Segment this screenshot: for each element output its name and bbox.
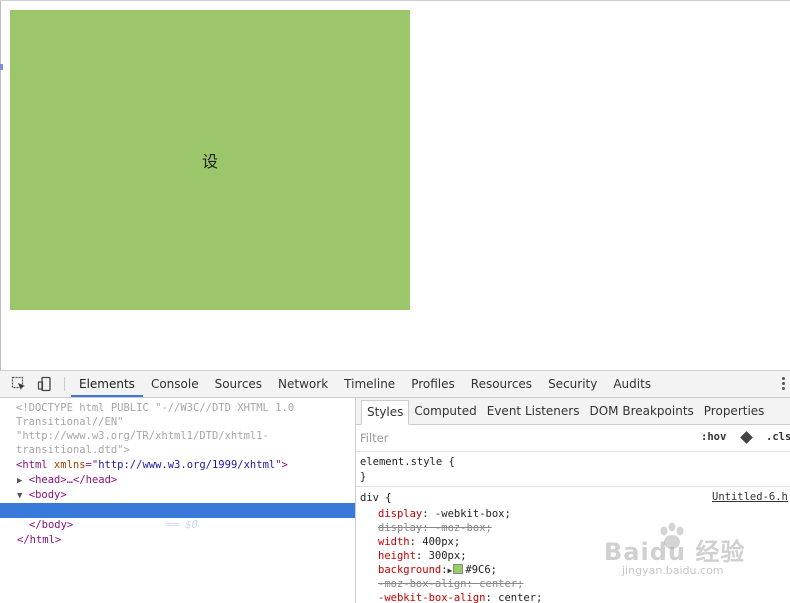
css-property: display xyxy=(378,522,423,534)
tab-console[interactable]: Console xyxy=(143,371,207,397)
tab-dom-breakpoints[interactable]: DOM Breakpoints xyxy=(584,398,698,424)
css-declaration[interactable]: -webkit-box-align: center; xyxy=(378,591,542,603)
html-attr-eq: =" xyxy=(85,459,99,471)
dom-node-html-close[interactable]: </html> xyxy=(17,533,355,548)
dom-node-body[interactable]: ▼ <body> xyxy=(17,488,355,503)
green-div-box: 设 xyxy=(10,10,410,310)
css-declaration[interactable]: background:▶ #9C6; xyxy=(378,563,497,577)
css-property: -webkit-box-align xyxy=(378,592,486,603)
tab-network[interactable]: Network xyxy=(270,371,336,397)
css-value: 300px; xyxy=(428,550,467,562)
styles-sidebar: Styles Computed Event Listeners DOM Brea… xyxy=(356,398,790,603)
stylesheet-source-link[interactable]: Untitled-6.h xyxy=(712,491,788,503)
class-toggle[interactable]: .cls xyxy=(766,431,790,443)
tab-security[interactable]: Security xyxy=(540,371,605,397)
tab-profiles[interactable]: Profiles xyxy=(403,371,463,397)
styles-filter-input[interactable]: Filter xyxy=(360,431,388,445)
tab-properties[interactable]: Properties xyxy=(699,398,770,424)
body-close-tag: </body> xyxy=(29,519,74,531)
new-style-rule-icon[interactable] xyxy=(740,431,753,444)
element-style-selector[interactable]: element.style { xyxy=(360,455,455,469)
html-attr-name: xmlns xyxy=(47,459,86,471)
tab-timeline[interactable]: Timeline xyxy=(336,371,403,397)
dom-node-html[interactable]: <html xmlns="http://www.w3.org/1999/xhtm… xyxy=(16,458,355,473)
viewport-edge-marker xyxy=(0,64,3,70)
tab-audits[interactable]: Audits xyxy=(605,371,659,397)
head-tag: <head>…</head> xyxy=(28,474,118,486)
more-options-icon[interactable] xyxy=(780,377,786,391)
inspect-element-icon[interactable] xyxy=(11,376,27,392)
devtools-tab-bar: Elements Console Sources Network Timelin… xyxy=(71,371,659,397)
devtools-panel: Elements Console Sources Network Timelin… xyxy=(0,370,790,603)
device-mode-icon[interactable] xyxy=(37,376,53,392)
dom-node-body-close[interactable]: </body> xyxy=(29,518,355,533)
elements-tree: <!DOCTYPE html PUBLIC "-//W3C//DTD XHTML… xyxy=(0,398,355,603)
css-declaration[interactable]: height: 300px; xyxy=(378,549,467,563)
html-attr-close: "> xyxy=(275,459,288,471)
tab-styles[interactable]: Styles xyxy=(361,400,410,425)
css-property: width xyxy=(378,536,410,548)
css-property: -moz-box-align xyxy=(378,578,467,590)
doctype-line[interactable]: transitional.dtd"> xyxy=(16,443,355,458)
css-property: height xyxy=(378,550,416,562)
hover-state-toggle[interactable]: :hov xyxy=(701,431,726,443)
css-value: #9C6; xyxy=(465,564,497,576)
tab-elements[interactable]: Elements xyxy=(71,371,143,397)
css-property: background xyxy=(378,564,442,576)
dom-node-head[interactable]: ▶ <head>…</head> xyxy=(17,473,355,488)
html-tag: <html xyxy=(16,459,48,471)
tab-sources[interactable]: Sources xyxy=(207,371,270,397)
css-declaration[interactable]: width: 400px; xyxy=(378,535,460,549)
page-viewport: 设 xyxy=(0,0,790,370)
doctype-line[interactable]: <!DOCTYPE html PUBLIC "-//W3C//DTD XHTML… xyxy=(16,401,355,416)
expand-triangle-icon[interactable]: ▶ xyxy=(17,476,22,486)
doctype-line[interactable]: Transitional//EN" xyxy=(16,415,355,430)
css-declaration[interactable]: display: -webkit-box; xyxy=(378,507,511,521)
css-value: -moz-box; xyxy=(434,522,492,534)
tab-resources[interactable]: Resources xyxy=(463,371,540,397)
node-actions-icon[interactable]: ••• xyxy=(3,518,21,533)
viewport-left-border xyxy=(0,1,1,370)
color-swatch-icon[interactable] xyxy=(453,564,464,574)
css-declaration-overridden[interactable]: display: -moz-box; xyxy=(378,521,492,535)
css-declaration-overridden[interactable]: -moz-box-align: center; xyxy=(378,577,523,591)
dom-node-div-selected[interactable]: ••• <div>设</div> == $0 xyxy=(0,503,355,531)
doctype-line[interactable]: "http://www.w3.org/TR/xhtml1/DTD/xhtml1- xyxy=(16,429,355,444)
color-format-toggle-icon[interactable]: ▶ xyxy=(448,566,453,575)
viewport-top-border xyxy=(0,0,790,1)
css-value: center; xyxy=(479,578,524,590)
html-close-tag: </html> xyxy=(17,534,62,546)
element-style-close: } xyxy=(360,471,367,483)
rule-divider xyxy=(356,486,790,487)
styles-tab-bar: Styles Computed Event Listeners DOM Brea… xyxy=(356,398,790,425)
devtools-toolbar: Elements Console Sources Network Timelin… xyxy=(0,371,790,398)
styles-filter-bar: Filter :hov .cls xyxy=(356,425,790,452)
html-attr-value: http://www.w3.org/1999/xhtml xyxy=(98,459,276,471)
css-property: display xyxy=(378,508,423,520)
css-value: 400px; xyxy=(422,536,461,548)
tab-event-listeners[interactable]: Event Listeners xyxy=(482,398,585,424)
div-rule-selector[interactable]: div { xyxy=(360,491,392,505)
body-tag: <body> xyxy=(28,489,67,501)
toolbar-separator xyxy=(64,377,65,391)
css-value: -webkit-box; xyxy=(434,508,511,520)
collapse-triangle-icon[interactable]: ▼ xyxy=(17,491,22,501)
green-box-text: 设 xyxy=(201,152,218,171)
tab-computed[interactable]: Computed xyxy=(409,398,481,424)
css-value: center; xyxy=(498,592,543,603)
